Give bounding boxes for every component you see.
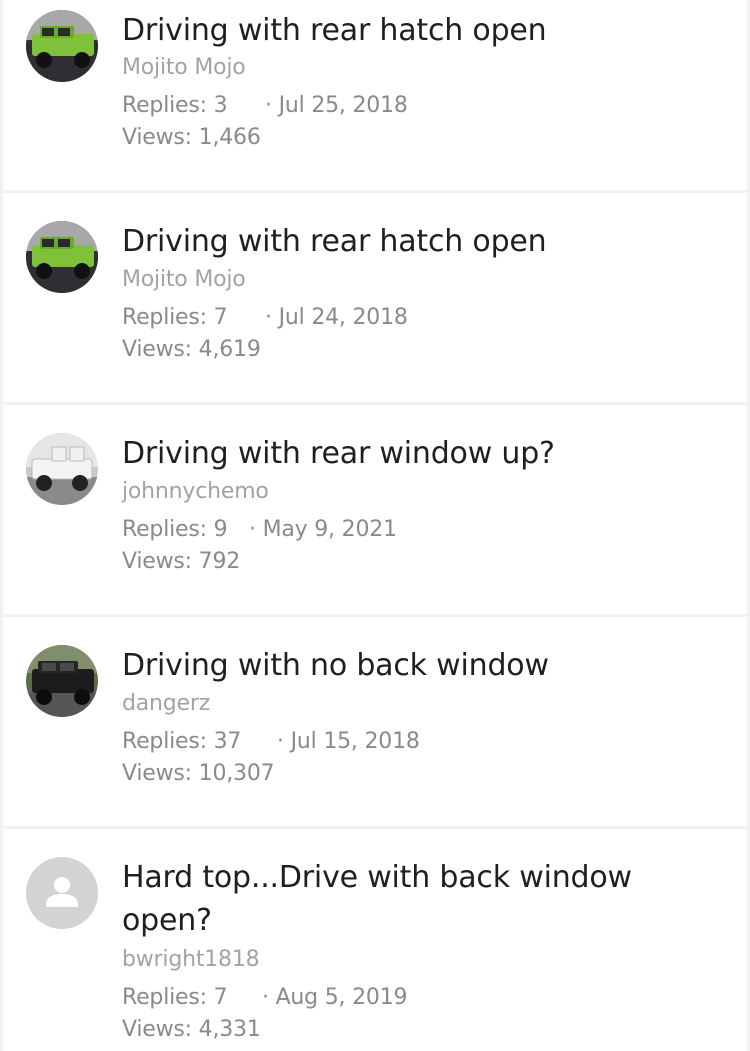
thread-meta: Replies: 7 · Aug 5, 2019 xyxy=(122,985,722,1011)
thread-meta: Replies: 3 · Jul 25, 2018 xyxy=(122,93,722,119)
avatar-green-jeep[interactable] xyxy=(26,221,98,293)
thread-replies: Replies: 7 xyxy=(122,985,228,1010)
thread-date: · Jul 24, 2018 xyxy=(265,305,408,330)
thread-item[interactable]: Driving with no back window dangerz Repl… xyxy=(3,617,747,826)
thread-date: · Jul 15, 2018 xyxy=(277,729,420,754)
thread-replies: Replies: 3 xyxy=(122,93,228,118)
thread-meta: Replies: 9 · May 9, 2021 xyxy=(122,517,722,543)
thread-item[interactable]: Driving with rear hatch open Mojito Mojo… xyxy=(3,0,747,190)
thread-title[interactable]: Driving with rear window up? xyxy=(122,432,722,475)
thread-title[interactable]: Hard top...Drive with back window open? xyxy=(122,856,682,942)
avatar-black-jeep[interactable] xyxy=(26,645,98,717)
thread-replies: Replies: 7 xyxy=(122,305,228,330)
thread-views: Views: 10,307 xyxy=(122,761,275,786)
thread-item[interactable]: Driving with rear hatch open Mojito Mojo… xyxy=(3,193,747,402)
thread-date: · Jul 25, 2018 xyxy=(265,93,408,118)
thread-author[interactable]: Mojito Mojo xyxy=(122,55,246,81)
thread-views: Views: 4,619 xyxy=(122,337,261,362)
thread-author[interactable]: bwright1818 xyxy=(122,947,260,973)
thread-date: · Aug 5, 2019 xyxy=(262,985,408,1010)
thread-replies: Replies: 9 xyxy=(122,517,228,542)
avatar-white-jeep[interactable] xyxy=(26,433,98,505)
thread-views: Views: 1,466 xyxy=(122,125,261,150)
thread-replies: Replies: 37 xyxy=(122,729,242,754)
thread-author[interactable]: dangerz xyxy=(122,691,210,717)
thread-item[interactable]: Driving with rear window up? johnnychemo… xyxy=(3,405,747,614)
thread-date: · May 9, 2021 xyxy=(249,517,397,542)
thread-meta: Replies: 37 · Jul 15, 2018 xyxy=(122,729,722,755)
thread-title[interactable]: Driving with rear hatch open xyxy=(122,9,722,52)
thread-item[interactable]: Hard top...Drive with back window open? … xyxy=(3,829,747,1051)
default-user-icon xyxy=(26,857,98,929)
avatar-green-jeep[interactable] xyxy=(26,10,98,82)
thread-author[interactable]: johnnychemo xyxy=(122,479,269,505)
avatar-placeholder[interactable] xyxy=(26,857,98,929)
thread-list: Driving with rear hatch open Mojito Mojo… xyxy=(0,0,750,1051)
thread-views: Views: 4,331 xyxy=(122,1017,261,1042)
thread-views: Views: 792 xyxy=(122,549,241,574)
thread-title[interactable]: Driving with no back window xyxy=(122,644,722,687)
thread-meta: Replies: 7 · Jul 24, 2018 xyxy=(122,305,722,331)
thread-title[interactable]: Driving with rear hatch open xyxy=(122,220,722,263)
thread-author[interactable]: Mojito Mojo xyxy=(122,267,246,293)
